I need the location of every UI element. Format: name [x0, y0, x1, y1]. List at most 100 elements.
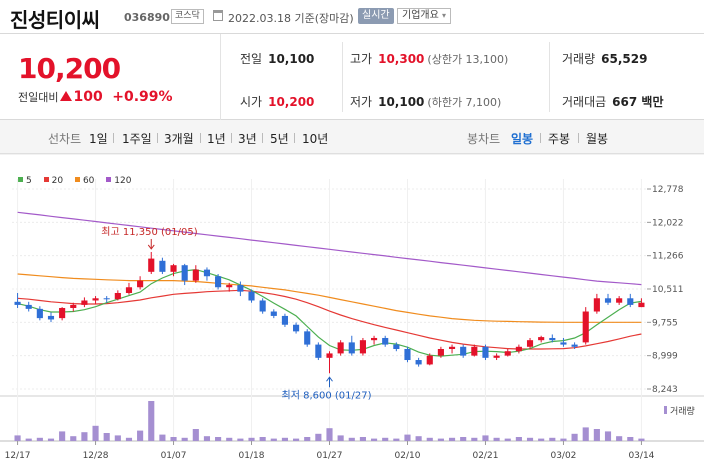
candle-body: [293, 324, 300, 332]
volume-bar: [125, 437, 133, 441]
volume-bar: [248, 437, 255, 441]
volume-bar: [70, 436, 77, 441]
candle-body: [426, 355, 433, 365]
candle-body: [270, 311, 277, 316]
volume-bar: [582, 427, 589, 441]
volume-bar: [426, 437, 433, 441]
candle-body: [616, 298, 623, 303]
volume-bar: [359, 437, 366, 441]
candle-body: [538, 337, 545, 341]
candle-body: [114, 292, 121, 300]
volume-legend-label: 거래량: [670, 405, 695, 417]
candle-body: [192, 269, 199, 281]
candle-body: [137, 280, 144, 288]
x-tick-label: 01/18: [239, 451, 265, 461]
candle-body: [382, 337, 389, 345]
volume-bar: [448, 437, 456, 441]
x-tick-label: 02/10: [395, 451, 421, 461]
volume-bar: [215, 437, 222, 441]
candle-body: [471, 346, 478, 356]
candle-body: [348, 342, 355, 354]
candle-body: [125, 287, 133, 293]
y-tick-label: 12,022: [652, 218, 684, 228]
candle-body: [359, 340, 366, 354]
candle-body: [304, 331, 311, 345]
volume-bar: [36, 437, 43, 441]
candle-body: [404, 349, 411, 361]
candle-body: [337, 342, 344, 354]
candle-body: [25, 304, 32, 309]
candle-body: [526, 340, 534, 347]
candle-body: [482, 346, 489, 358]
high-annotation: 최고 11,350 (01/05): [101, 226, 197, 238]
candle-body: [14, 301, 21, 305]
x-tick-label: 12/17: [5, 451, 31, 461]
candle-body: [47, 315, 55, 320]
candle-body: [638, 302, 645, 308]
volume-bar: [103, 433, 110, 441]
low-annotation: 최저 8,600 (01/27): [282, 389, 372, 401]
volume-bar: [471, 437, 478, 441]
candle-body: [437, 349, 444, 356]
volume-bar: [270, 438, 277, 441]
candle-body: [560, 342, 567, 345]
candle-body: [215, 276, 222, 288]
volume-bar: [627, 437, 634, 441]
candle-body: [593, 298, 600, 312]
volume-bar: [237, 438, 244, 441]
volume-bar: [315, 433, 322, 441]
volume-bar: [170, 437, 177, 441]
candle-body: [103, 298, 110, 300]
candle-body: [181, 265, 188, 281]
candle-body: [59, 307, 66, 319]
candle-body: [70, 304, 77, 308]
y-tick-label: 9,755: [652, 318, 678, 328]
candle-body: [549, 337, 556, 341]
volume-bar: [616, 436, 623, 441]
x-tick-label: 01/07: [161, 451, 187, 461]
volume-bar: [47, 438, 55, 441]
volume-bar: [571, 433, 578, 441]
volume-bar: [159, 434, 166, 441]
volume-bar: [370, 438, 378, 441]
volume-bar: [281, 437, 289, 441]
candle-body: [504, 351, 511, 356]
candle-body: [515, 346, 522, 352]
volume-bar: [560, 438, 567, 441]
volume-bar: [404, 434, 411, 441]
volume-bar: [515, 437, 522, 441]
stock-chart[interactable]: 12,778 12,022 11,266 10,511 9,755 8,999 8,243 1…: [0, 0, 704, 469]
volume-bar: [415, 436, 422, 441]
volume-bar: [482, 435, 489, 441]
candle-body: [326, 353, 333, 358]
volume-bar: [137, 430, 144, 441]
volume-bar: [460, 437, 467, 441]
y-tick-label: 12,778: [652, 185, 684, 195]
candle-body: [627, 298, 634, 305]
volume-bar: [293, 438, 300, 441]
y-tick-label: 11,266: [652, 252, 684, 262]
candle-body: [148, 258, 155, 272]
candle-body: [237, 285, 244, 292]
volume-bar: [538, 438, 545, 441]
y-tick-label: 8,999: [652, 352, 678, 362]
candle-body: [582, 311, 589, 343]
volume-bar: [593, 429, 600, 441]
volume-bar: [259, 437, 266, 441]
x-tick-label: 03/02: [550, 451, 576, 461]
volume-bar: [526, 437, 534, 441]
volume-bar: [59, 431, 66, 441]
volume-bar: [348, 437, 355, 441]
volume-bar: [226, 437, 233, 441]
x-tick-label: 12/28: [83, 451, 109, 461]
volume-bar: [604, 431, 612, 441]
x-tick-label: 01/27: [317, 451, 343, 461]
volume-bar: [114, 435, 121, 441]
candle-body: [415, 360, 422, 365]
volume-bar: [181, 437, 188, 441]
volume-bar: [81, 432, 88, 441]
volume-bar: [382, 437, 389, 441]
volume-bar: [192, 429, 199, 441]
volume-bar: [493, 437, 500, 441]
x-tick-label: 03/14: [628, 451, 654, 461]
